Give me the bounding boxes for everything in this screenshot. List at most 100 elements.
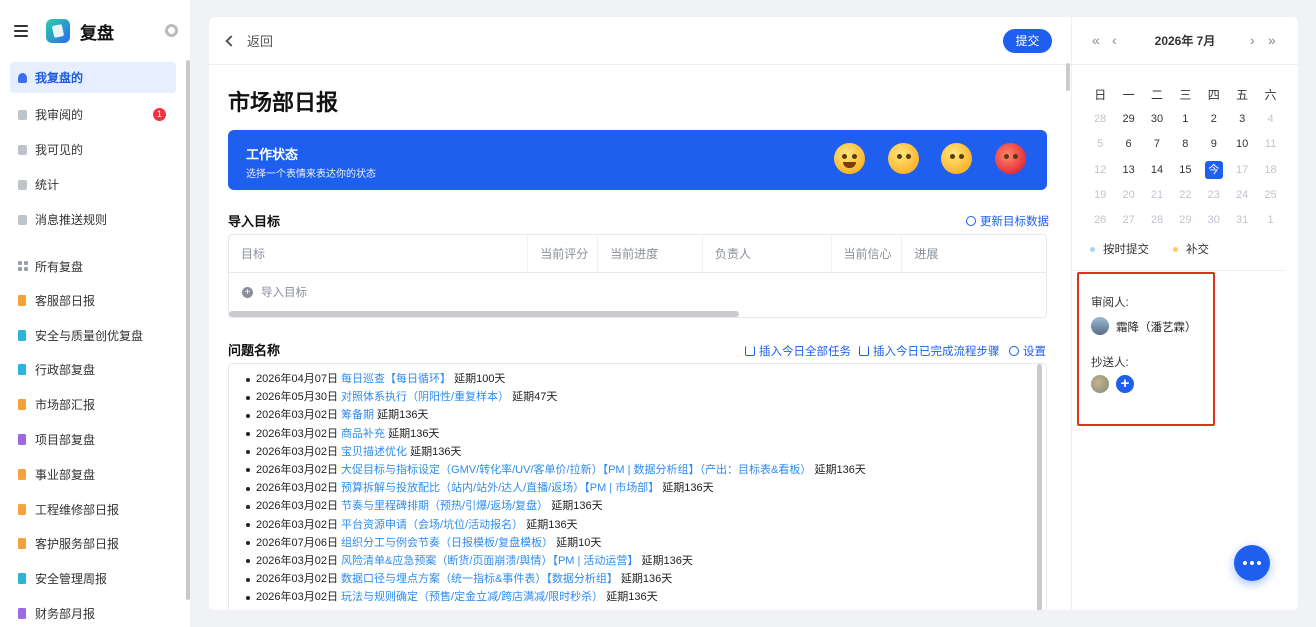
calendar-day[interactable]: 30: [1200, 208, 1228, 233]
issues-settings-button[interactable]: 设置: [1009, 343, 1046, 359]
day-number: 22: [1179, 188, 1192, 201]
insert-done-steps-button[interactable]: 插入今日已完成流程步骤: [859, 343, 1000, 359]
issue-link[interactable]: 平台资源申请（会场/坑位/活动报名）: [341, 519, 523, 531]
laughing-emoji-icon[interactable]: [834, 143, 865, 174]
import-goal-row[interactable]: + 导入目标: [229, 273, 1046, 311]
menu-icon[interactable]: [14, 25, 28, 37]
report-item[interactable]: 事业部复盘: [0, 457, 190, 492]
issue-link[interactable]: 节奏与里程碑排期（预热/引爆/返场/复盘）: [341, 500, 548, 512]
calendar-day[interactable]: 1: [1256, 208, 1284, 233]
calendar-day[interactable]: 29: [1171, 208, 1199, 233]
issue-link[interactable]: 筹备期: [341, 409, 374, 421]
report-item[interactable]: 市场部汇报: [0, 387, 190, 422]
sidebar-item-4[interactable]: 消息推送规则: [0, 202, 190, 237]
submit-button[interactable]: 提交: [1003, 29, 1052, 53]
calendar-day[interactable]: 25: [1256, 183, 1284, 208]
report-label: 行政部复盘: [35, 363, 96, 378]
sidebar-item-1[interactable]: 我审阅的 1: [0, 97, 190, 132]
reviewer-avatar[interactable]: [1091, 317, 1109, 335]
refresh-goals-button[interactable]: 更新目标数据: [966, 213, 1049, 229]
calendar-day-today[interactable]: 今: [1200, 158, 1228, 183]
issue-link[interactable]: 预算拆解与投放配比（站内/站外/达人/直播/返场）【PM | 市场部】: [341, 482, 659, 494]
report-item[interactable]: 工程维修部日报: [0, 492, 190, 527]
main-scrollbar[interactable]: [1066, 63, 1070, 91]
calendar-day[interactable]: 28: [1086, 107, 1114, 132]
sidebar-item-2[interactable]: 我可见的: [0, 132, 190, 167]
document-icon: [18, 399, 26, 411]
next-month-icon[interactable]: ›: [1250, 32, 1255, 48]
report-item[interactable]: 安全与质量创优复盘: [0, 318, 190, 353]
sidebar-item-3[interactable]: 统计: [0, 167, 190, 202]
report-item[interactable]: 项目部复盘: [0, 422, 190, 457]
issue-link[interactable]: 对照体系执行（阴阳性/重复样本）: [341, 391, 509, 403]
report-item[interactable]: 安全管理周报: [0, 561, 190, 596]
report-item[interactable]: 客护服务部日报: [0, 527, 190, 562]
issue-link[interactable]: 大促目标与指标设定（GMV/转化率/UV/客单价/拉新）【PM | 数据分析组】…: [341, 464, 811, 476]
calendar-day[interactable]: 6: [1114, 132, 1142, 157]
issue-link[interactable]: 商品补充: [341, 428, 385, 440]
calendar-day[interactable]: 20: [1114, 183, 1142, 208]
calendar-day[interactable]: 2: [1200, 107, 1228, 132]
calendar-day[interactable]: 19: [1086, 183, 1114, 208]
report-item[interactable]: 客服部日报: [0, 283, 190, 318]
calendar-day[interactable]: 10: [1228, 132, 1256, 157]
calendar-day[interactable]: 28: [1143, 208, 1171, 233]
calendar-day[interactable]: 14: [1143, 158, 1171, 183]
report-item[interactable]: 财务部月报: [0, 596, 190, 627]
calendar-day[interactable]: 12: [1086, 158, 1114, 183]
prev-month-icon[interactable]: ‹: [1112, 32, 1117, 48]
issues-scrollbar[interactable]: [1037, 364, 1042, 610]
calendar-day[interactable]: 15: [1171, 158, 1199, 183]
calendar-day[interactable]: 8: [1171, 132, 1199, 157]
calendar-day[interactable]: 26: [1086, 208, 1114, 233]
more-options-button[interactable]: [1234, 545, 1270, 581]
issue-row: 2026年03月02日 大促目标与指标设定（GMV/转化率/UV/客单价/拉新）…: [246, 461, 1046, 479]
calendar-day[interactable]: 4: [1256, 107, 1284, 132]
issue-link[interactable]: 组织分工与例会节奏（日报模板/复盘模板）: [341, 537, 553, 549]
neutral-emoji-icon[interactable]: [941, 143, 972, 174]
calendar-day[interactable]: 21: [1143, 183, 1171, 208]
sidebar-scrollbar[interactable]: [186, 60, 190, 600]
calendar-day[interactable]: 7: [1143, 132, 1171, 157]
column-header: 目标: [229, 235, 529, 273]
issue-link[interactable]: 风险清单&应急预案（断货/页面崩溃/舆情）【PM | 活动运营】: [341, 555, 638, 567]
column-header: 当前评分: [528, 235, 599, 273]
issue-link[interactable]: 每日巡查【每日循环】: [341, 373, 451, 385]
sidebar-item-0[interactable]: 我复盘的: [10, 62, 176, 93]
calendar-day[interactable]: 23: [1200, 183, 1228, 208]
sidebar-item-label: 我审阅的: [35, 108, 84, 122]
insert-all-tasks-button[interactable]: 插入今日全部任务: [745, 343, 851, 359]
calendar-day[interactable]: 17: [1228, 158, 1256, 183]
calendar-day[interactable]: 13: [1114, 158, 1142, 183]
back-chevron-icon[interactable]: [225, 34, 237, 47]
app-logo-icon: [46, 19, 70, 43]
add-cc-button[interactable]: +: [1116, 375, 1134, 393]
issue-link[interactable]: 数据口径与埋点方案（统一指标&事件表）【数据分析组】: [341, 573, 618, 585]
calendar-day[interactable]: 27: [1114, 208, 1142, 233]
calendar-day[interactable]: 3: [1228, 107, 1256, 132]
back-button[interactable]: 返回: [247, 31, 273, 50]
calendar-day[interactable]: 5: [1086, 132, 1114, 157]
calendar-day[interactable]: 9: [1200, 132, 1228, 157]
table-horizontal-scrollbar[interactable]: [229, 311, 739, 317]
calendar-day[interactable]: 31: [1228, 208, 1256, 233]
angry-emoji-icon[interactable]: [995, 143, 1026, 174]
calendar-day[interactable]: 1: [1171, 107, 1199, 132]
gear-icon[interactable]: [165, 24, 178, 37]
insert-icon: [745, 346, 755, 356]
thinking-emoji-icon[interactable]: [888, 143, 919, 174]
sidebar-nav: 我复盘的我审阅的 1 我可见的 统计 消息推送规则: [0, 62, 190, 237]
issue-link[interactable]: 玩法与规则确定（预售/定金立减/跨店满减/限时秒杀）: [341, 591, 603, 603]
calendar-day[interactable]: 30: [1143, 107, 1171, 132]
calendar-day[interactable]: 22: [1171, 183, 1199, 208]
calendar-day[interactable]: 18: [1256, 158, 1284, 183]
issue-link[interactable]: 宝贝描述优化: [341, 446, 407, 458]
calendar-day[interactable]: 29: [1114, 107, 1142, 132]
issue-date: 2026年03月02日: [256, 445, 338, 458]
calendar-day[interactable]: 24: [1228, 183, 1256, 208]
prev-year-icon[interactable]: «: [1092, 32, 1100, 48]
calendar-day[interactable]: 11: [1256, 132, 1284, 157]
report-item[interactable]: 行政部复盘: [0, 353, 190, 388]
cc-avatar[interactable]: [1091, 375, 1109, 393]
next-year-icon[interactable]: »: [1268, 32, 1276, 48]
